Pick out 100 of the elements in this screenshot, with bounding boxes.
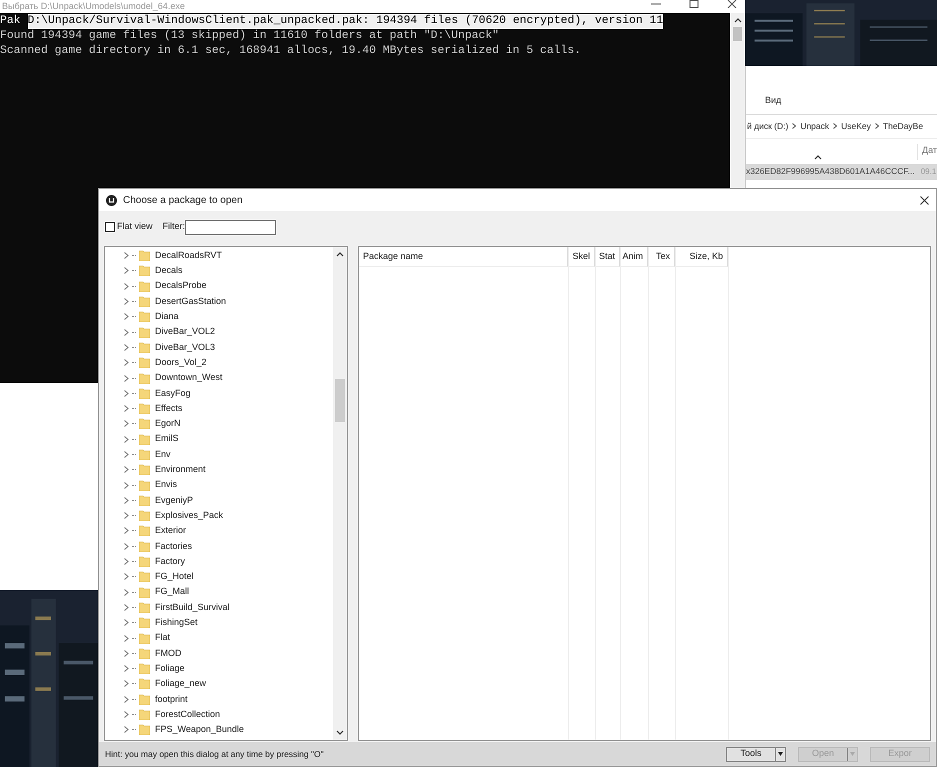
folder-icon <box>139 296 150 308</box>
filter-label: Filter: <box>162 220 186 234</box>
tree-item[interactable]: DiveBar_VOL3 <box>105 340 333 356</box>
caret-icon <box>734 17 742 23</box>
folder-icon <box>139 694 150 705</box>
tree-item[interactable]: Foliage <box>105 661 333 676</box>
folder-icon <box>139 678 150 690</box>
chevron-icon <box>792 123 796 129</box>
tree-item[interactable]: Exterior <box>105 523 333 539</box>
tree-item[interactable]: Factory <box>105 554 333 570</box>
folder-icon <box>139 464 150 476</box>
tree-item[interactable]: Effects <box>105 400 333 416</box>
tree-item[interactable]: Foliage_new <box>105 676 333 692</box>
tree-item[interactable]: FG_Mall <box>105 584 333 600</box>
folder-icon <box>139 540 150 552</box>
expand-icon[interactable] <box>124 451 129 458</box>
tree-item[interactable]: FishingSet <box>105 615 333 630</box>
column-header[interactable]: Package name <box>359 247 568 267</box>
tree-item[interactable]: Flat <box>105 630 333 646</box>
breadcrumb-item[interactable]: й диск (D:) <box>747 120 788 132</box>
tree-item[interactable]: FG_Hotel <box>105 569 333 585</box>
column-header[interactable]: Дат <box>916 144 937 160</box>
console-line: Scanned game directory in 6.1 sec, 168941 allocs, 19.40 MBytes serialized in 5 calls. <box>0 44 582 59</box>
folder-icon <box>139 449 150 460</box>
expand-icon[interactable] <box>124 436 129 443</box>
expand-icon[interactable] <box>124 359 129 366</box>
column-header[interactable]: Size, Kb <box>676 247 728 267</box>
chevron-icon <box>874 123 879 129</box>
scrollbar[interactable] <box>333 247 347 740</box>
tree-item[interactable]: DesertGasStation <box>105 294 333 310</box>
folder-icon <box>139 265 150 276</box>
breadcrumb-item[interactable]: TheDayBe <box>882 120 924 132</box>
tree-item[interactable]: Decals <box>105 263 333 279</box>
folder-icon <box>139 525 150 536</box>
tree-item[interactable]: Factories <box>105 538 333 554</box>
folder-icon <box>139 326 150 338</box>
tree-item[interactable]: Downtown_West <box>105 370 333 386</box>
close-icon[interactable] <box>920 196 929 204</box>
tree-item[interactable]: EmilS <box>105 432 333 447</box>
tree-item[interactable]: ForestCollection <box>105 706 333 722</box>
folder-icon <box>139 510 150 522</box>
expand-icon[interactable] <box>124 466 129 474</box>
folder-icon <box>139 280 150 292</box>
tree-item[interactable]: EasyFog <box>105 386 333 401</box>
maximize-icon[interactable] <box>689 0 699 8</box>
expand-icon[interactable] <box>124 619 129 626</box>
folder-icon <box>139 663 150 674</box>
folder-icon <box>139 418 150 430</box>
folder-icon <box>139 480 150 491</box>
folder-icon <box>139 311 150 322</box>
tree-item[interactable]: FPS_Weapon_Bundle <box>105 722 333 738</box>
tree-item[interactable]: Env <box>105 446 333 462</box>
tree-item[interactable]: Diana <box>105 309 333 324</box>
flat-view-checkbox[interactable]: Flat view <box>105 220 153 234</box>
folder-icon <box>139 648 150 659</box>
file-row[interactable]: x326ED82F996995A438D601A1A46CCCF... 09.1 <box>746 164 937 180</box>
window-title: Выбрать D:\Unpack\Umodels\umodel_64.exe <box>1 1 185 12</box>
column-header[interactable]: Stat <box>596 247 620 267</box>
dialog-button[interactable]: Tools <box>726 746 786 762</box>
column-header[interactable]: Tex <box>649 247 675 267</box>
scroll-thumb[interactable] <box>335 379 345 422</box>
close-icon[interactable] <box>727 0 737 8</box>
tree-item[interactable]: Envis <box>105 477 333 493</box>
tree-item[interactable]: Doors_Vol_2 <box>105 355 333 370</box>
dropdown-icon <box>778 752 783 756</box>
folder-icon <box>139 586 150 598</box>
tree-item[interactable]: footprint <box>105 692 333 707</box>
tree-item[interactable]: DecalRoadsRVT <box>105 248 333 264</box>
tree-item[interactable]: Environment <box>105 462 333 478</box>
filter-field[interactable] <box>185 220 276 234</box>
folder-icon <box>139 494 150 506</box>
tree-item[interactable]: FirstBuild_Survival <box>105 600 333 616</box>
chevron-icon <box>833 123 838 129</box>
tree-item[interactable]: Explosives_Pack <box>105 508 333 524</box>
folder-icon <box>139 709 150 720</box>
column-header[interactable]: Anim <box>621 247 648 267</box>
folder-icon <box>139 372 150 384</box>
expand-icon[interactable] <box>124 696 129 703</box>
folder-icon <box>139 617 150 628</box>
scroll-thumb[interactable] <box>733 27 742 41</box>
tree-item[interactable]: FMOD <box>105 646 333 662</box>
menu-item[interactable]: Вид <box>765 94 937 108</box>
tree-item[interactable]: DecalsProbe <box>105 278 333 294</box>
caret-icon <box>814 154 822 160</box>
expand-icon[interactable] <box>124 542 129 550</box>
folder-icon <box>139 357 150 368</box>
folder-icon <box>139 571 150 582</box>
folder-icon <box>139 403 150 414</box>
folder-icon <box>139 250 150 262</box>
column-header[interactable]: Skel <box>569 247 595 267</box>
breadcrumb-item[interactable]: UseKey <box>841 120 871 132</box>
folder-icon <box>139 556 150 568</box>
expand-icon[interactable] <box>124 282 129 290</box>
tree-item[interactable]: EvgeniyP <box>105 492 333 508</box>
hint-text: Hint: you may open this dialog at any time by pressing "O" <box>105 748 324 760</box>
console-line: Found 194394 game files (13 skipped) in 11610 folders at path "D:\Unpack" <box>0 29 499 44</box>
tree-item[interactable]: EgorN <box>105 416 333 432</box>
breadcrumb-item[interactable]: Unpack <box>800 120 830 132</box>
tree-item[interactable]: DiveBar_VOL2 <box>105 324 333 340</box>
folder-icon <box>139 724 150 736</box>
